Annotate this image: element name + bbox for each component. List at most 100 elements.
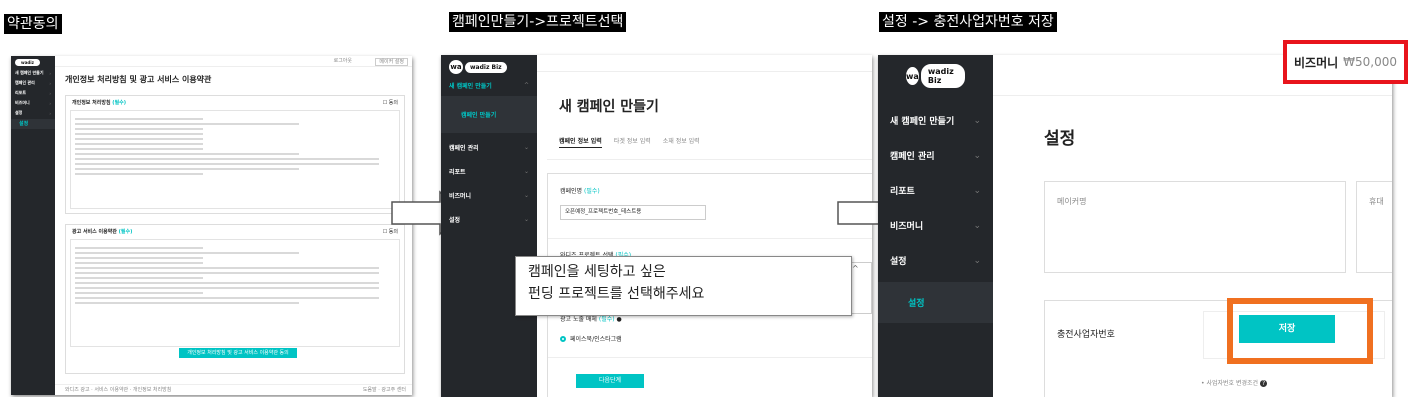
callout-line-1: 캠페인을 세팅하고 싶은 bbox=[528, 264, 666, 280]
chevron-down-icon: ⌄ bbox=[973, 150, 981, 161]
campaign-name-input[interactable]: 오픈예정_프로젝트번호_테스트용 bbox=[560, 205, 706, 220]
sidebar-item-0[interactable]: 새 캠페인 만들기 ⌄ bbox=[878, 107, 993, 134]
help-icon: ? bbox=[1259, 380, 1268, 387]
bizmoney-value: ₩50,000 bbox=[1343, 55, 1398, 69]
logo: wa wadiz Biz bbox=[441, 55, 537, 79]
sidebar-item-label: 비즈머니 bbox=[15, 100, 30, 105]
footer-links[interactable]: 와디즈 광고 · 서비스 이용약관 · 개인정보 처리방침 bbox=[65, 387, 171, 393]
sidebar: wa wadiz Biz 새 캠페인 만들기 ^ 캠페인 만들기 캠페인 관리 ⌄ 리… bbox=[441, 55, 537, 397]
sidebar-item-label: 리포트 bbox=[449, 169, 466, 176]
footer-help[interactable]: 도움말 · 광고주 센터 bbox=[363, 387, 406, 393]
nav-new-campaign[interactable]: 새 캠페인 만들기 ^ bbox=[441, 79, 537, 92]
chevron-down-icon: ⌄ bbox=[973, 115, 981, 126]
sidebar: wa wadiz Biz 새 캠페인 만들기 ⌄ 캠페인 관리 ⌄ 리포트 ⌄ 비즈머니 ⌄ 설… bbox=[878, 55, 993, 397]
chevron-down-icon: › bbox=[49, 110, 51, 116]
sidebar-item-2[interactable]: 비즈머니 ⌄ bbox=[441, 187, 537, 204]
sidebar-item-1[interactable]: 캠페인 관리 ⌄ bbox=[878, 142, 993, 169]
sidebar: wadiz 새 캠페인 만들기 › 캠페인 관리 › 리포트 › 비즈머니 › 설정 › 설정 bbox=[11, 56, 55, 395]
logo-text: wadiz bbox=[15, 59, 40, 66]
instruction-callout: 캠페인을 세팅하고 싶은 펀딩 프로젝트를 선택해주세요 bbox=[515, 256, 852, 316]
tab-campaign-info[interactable]: 캠페인 정보 입력 bbox=[559, 136, 602, 148]
media-radio-option[interactable]: 페이스북/인스타그램 bbox=[560, 334, 622, 343]
sidebar-item-0[interactable]: 새 캠페인 만들기 › bbox=[11, 69, 55, 77]
ad-terms-section: 광고 서비스 이용약관 (필수) ☐ 동의 개인정보 처리방침 및 광고 서비스… bbox=[65, 224, 405, 374]
top-bar: 로그아웃 메이커 설정 bbox=[55, 56, 412, 67]
sidebar-item-label: 비즈머니 bbox=[890, 222, 924, 232]
privacy-agree-checkbox[interactable]: ☐ 동의 bbox=[383, 100, 398, 106]
top-bar bbox=[537, 55, 872, 72]
ad-terms-title: 광고 서비스 이용약관 bbox=[72, 229, 117, 235]
chevron-down-icon: ⌄ bbox=[973, 185, 981, 196]
sidebar-item-label: 캠페인 관리 bbox=[449, 145, 479, 152]
logout-link[interactable]: 로그아웃 bbox=[334, 58, 352, 64]
sidebar-item-label: 설정 bbox=[15, 110, 23, 115]
terms-screenshot: wadiz 새 캠페인 만들기 › 캠페인 관리 › 리포트 › 비즈머니 › 설정 › 설정 로… bbox=[11, 56, 412, 395]
tab-creative-info[interactable]: 소재 정보 입력 bbox=[663, 136, 700, 148]
logo: wadiz bbox=[11, 56, 55, 69]
step2-caption: 캠페인만들기->프로젝트선택 bbox=[449, 12, 627, 32]
sidebar-item-4[interactable]: 설정 ⌄ bbox=[878, 247, 993, 274]
sidebar-item-label: 설정 bbox=[890, 257, 907, 267]
tab-target-info[interactable]: 타겟 정보 입력 bbox=[614, 136, 651, 148]
sidebar-sub-item-settings[interactable]: 설정 bbox=[878, 282, 993, 323]
privacy-text-box[interactable] bbox=[70, 110, 400, 209]
footer: 와디즈 광고 · 서비스 이용약관 · 개인정보 처리방침 도움말 · 광고주 … bbox=[55, 384, 412, 395]
page-title: 새 캠페인 만들기 bbox=[559, 99, 659, 115]
agree-all-button[interactable]: 개인정보 처리방침 및 광고 서비스 이용약관 동의 bbox=[179, 348, 297, 358]
phone-info-card: 휴대 bbox=[1356, 181, 1392, 273]
page-title: 설정 bbox=[1044, 129, 1076, 149]
sidebar-sub-item-create[interactable]: 캠페인 만들기 bbox=[441, 96, 537, 133]
campaign-screenshot: wa wadiz Biz 새 캠페인 만들기 ^ 캠페인 만들기 캠페인 관리 ⌄ 리… bbox=[441, 55, 872, 397]
sidebar-item-4[interactable]: 설정 › bbox=[11, 109, 55, 117]
help-icon: ● bbox=[616, 316, 622, 323]
charge-business-label: 충전사업자번호 bbox=[1057, 330, 1115, 340]
select-arrow-icon: ^ bbox=[852, 264, 859, 273]
sidebar-item-0[interactable]: 캠페인 관리 ⌄ bbox=[441, 139, 537, 156]
campaign-name-label: 캠페인명 (필수) bbox=[560, 188, 600, 195]
ad-terms-text-box[interactable] bbox=[70, 239, 400, 347]
chevron-down-icon: ⌄ bbox=[973, 220, 981, 231]
radio-selected-icon bbox=[560, 335, 566, 342]
sidebar-item-label: 리포트 bbox=[890, 187, 915, 197]
change-condition-note: • 사업자번호 변경조건 ? bbox=[1201, 380, 1268, 387]
sidebar-sub-item-settings[interactable]: 설정 bbox=[11, 119, 55, 129]
chevron-down-icon: ⌄ bbox=[523, 216, 529, 223]
chevron-down-icon: ⌄ bbox=[973, 255, 981, 266]
sidebar-item-label: 새 캠페인 만들기 bbox=[890, 117, 955, 127]
privacy-section: 개인정보 처리방침 (필수) ☐ 동의 bbox=[65, 95, 405, 214]
sidebar-item-label: 캠페인 관리 bbox=[15, 80, 35, 85]
phone-label: 휴대 bbox=[1369, 197, 1384, 206]
chevron-down-icon: › bbox=[49, 70, 51, 76]
maker-name-label: 메이커명 bbox=[1057, 197, 1087, 206]
sidebar-item-1[interactable]: 캠페인 관리 › bbox=[11, 79, 55, 87]
step3-caption: 설정 -> 충전사업자번호 저장 bbox=[879, 12, 1057, 32]
logo: wa wadiz Biz bbox=[878, 55, 993, 97]
tab-bar: 캠페인 정보 입력 타겟 정보 입력 소재 정보 입력 bbox=[559, 136, 700, 148]
next-step-button[interactable]: 다음단계 bbox=[576, 374, 644, 388]
sidebar-item-3[interactable]: 비즈머니 › bbox=[11, 99, 55, 107]
save-button[interactable]: 저장 bbox=[1239, 315, 1335, 343]
step1-caption: 약관동의 bbox=[4, 14, 62, 34]
maker-info-card: 메이커명 bbox=[1044, 181, 1346, 273]
bizmoney-highlight: 비즈머니 ₩50,000 bbox=[1283, 40, 1408, 84]
sidebar-item-3[interactable]: 비즈머니 ⌄ bbox=[878, 212, 993, 239]
maker-settings-link[interactable]: 메이커 설정 bbox=[375, 58, 408, 66]
chevron-down-icon: › bbox=[49, 100, 51, 106]
chevron-down-icon: ⌄ bbox=[523, 192, 529, 199]
chevron-down-icon: ⌄ bbox=[523, 144, 529, 151]
chevron-up-icon: ^ bbox=[523, 82, 529, 89]
sidebar-item-label: 새 캠페인 만들기 bbox=[15, 70, 44, 75]
chevron-down-icon: ⌄ bbox=[523, 168, 529, 175]
sidebar-item-2[interactable]: 리포트 ⌄ bbox=[878, 177, 993, 204]
sidebar-item-2[interactable]: 리포트 › bbox=[11, 89, 55, 97]
sidebar-item-3[interactable]: 설정 ⌄ bbox=[441, 211, 537, 228]
chevron-down-icon: › bbox=[49, 80, 51, 86]
callout-line-2: 펀딩 프로젝트를 선택해주세요 bbox=[528, 286, 705, 302]
sidebar-item-label: 캠페인 관리 bbox=[890, 152, 935, 162]
sidebar-item-1[interactable]: 리포트 ⌄ bbox=[441, 163, 537, 180]
bizmoney-label: 비즈머니 bbox=[1293, 55, 1339, 70]
page-title: 개인정보 처리방침 및 광고 서비스 이용약관 bbox=[65, 75, 212, 84]
privacy-required-badge: (필수) bbox=[112, 100, 127, 106]
privacy-title: 개인정보 처리방침 bbox=[72, 100, 111, 106]
sidebar-item-label: 설정 bbox=[449, 217, 461, 224]
